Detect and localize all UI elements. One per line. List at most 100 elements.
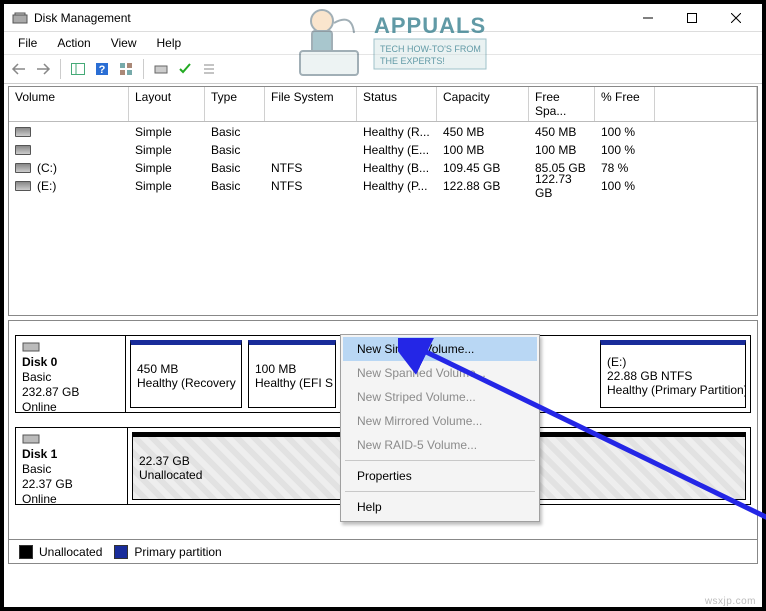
refresh-icon[interactable] bbox=[174, 58, 196, 80]
disk-type: Basic bbox=[22, 462, 121, 476]
disk-state: Online bbox=[22, 492, 121, 506]
disk-size: 232.87 GB bbox=[22, 385, 119, 399]
cell-pctfree: 100 % bbox=[595, 123, 655, 140]
disk-name: Disk 0 bbox=[22, 355, 119, 369]
menu-action[interactable]: Action bbox=[49, 34, 100, 52]
table-row[interactable]: SimpleBasicHealthy (R...450 MB450 MB100 … bbox=[9, 122, 757, 140]
swatch-unallocated bbox=[19, 545, 33, 559]
disk-info: Disk 0Basic232.87 GBOnline bbox=[16, 336, 126, 412]
disk-icon bbox=[15, 145, 31, 155]
cell-layout: Simple bbox=[129, 123, 205, 140]
cell-filesystem: NTFS bbox=[265, 177, 357, 194]
legend-primary: Primary partition bbox=[134, 545, 221, 559]
table-row[interactable]: (C:) SimpleBasicNTFSHealthy (B...109.45 G… bbox=[9, 158, 757, 176]
disk-icon bbox=[22, 432, 40, 444]
cell-capacity: 122.88 GB bbox=[437, 177, 529, 194]
cell-layout: Simple bbox=[129, 159, 205, 176]
cell-capacity: 450 MB bbox=[437, 123, 529, 140]
back-button[interactable] bbox=[8, 58, 30, 80]
show-hide-console-tree-button[interactable] bbox=[67, 58, 89, 80]
cell-pctfree: 78 % bbox=[595, 159, 655, 176]
context-menu-item: New RAID-5 Volume... bbox=[343, 433, 537, 457]
legend: Unallocated Primary partition bbox=[8, 540, 758, 564]
help-button[interactable]: ? bbox=[91, 58, 113, 80]
table-row[interactable]: SimpleBasicHealthy (E...100 MB100 MB100 … bbox=[9, 140, 757, 158]
cell-volume: (E:) bbox=[37, 179, 56, 193]
disk-name: Disk 1 bbox=[22, 447, 121, 461]
context-menu-separator bbox=[345, 460, 535, 461]
cell-filesystem: NTFS bbox=[265, 159, 357, 176]
minimize-button[interactable] bbox=[626, 6, 670, 30]
context-menu-item: New Spanned Volume... bbox=[343, 361, 537, 385]
cell-freespace: 450 MB bbox=[529, 123, 595, 140]
cell-volume: (C:) bbox=[37, 161, 57, 175]
legend-unallocated: Unallocated bbox=[39, 545, 102, 559]
partition[interactable]: (E:)22.88 GB NTFSHealthy (Primary Partit… bbox=[600, 340, 746, 408]
context-menu-separator bbox=[345, 491, 535, 492]
context-menu-item[interactable]: New Simple Volume... bbox=[343, 337, 537, 361]
menu-bar: File Action View Help bbox=[4, 32, 762, 54]
context-menu-item: New Striped Volume... bbox=[343, 385, 537, 409]
cell-capacity: 109.45 GB bbox=[437, 159, 529, 176]
cell-pctfree: 100 % bbox=[595, 177, 655, 194]
cell-freespace: 122.73 GB bbox=[529, 177, 595, 194]
toolbar-separator bbox=[60, 59, 61, 79]
cell-status: Healthy (R... bbox=[357, 123, 437, 140]
disk-icon bbox=[15, 181, 31, 191]
volume-list[interactable]: Volume Layout Type File System Status Ca… bbox=[8, 86, 758, 316]
disk-icon bbox=[22, 340, 40, 352]
cell-status: Healthy (B... bbox=[357, 159, 437, 176]
cell-status: Healthy (P... bbox=[357, 177, 437, 194]
cell-type: Basic bbox=[205, 159, 265, 176]
disk-icon bbox=[15, 163, 31, 173]
context-menu-item[interactable]: Properties bbox=[343, 464, 537, 488]
column-header-pctfree[interactable]: % Free bbox=[595, 87, 655, 121]
column-header-layout[interactable]: Layout bbox=[129, 87, 205, 121]
table-header-row: Volume Layout Type File System Status Ca… bbox=[9, 87, 757, 122]
context-menu-item: New Mirrored Volume... bbox=[343, 409, 537, 433]
action-icon[interactable] bbox=[150, 58, 172, 80]
context-menu-item[interactable]: Help bbox=[343, 495, 537, 519]
list-icon[interactable] bbox=[198, 58, 220, 80]
window-titlebar: Disk Management bbox=[4, 4, 762, 32]
swatch-primary bbox=[114, 545, 128, 559]
table-row[interactable]: (E:) SimpleBasicNTFSHealthy (P...122.88 G… bbox=[9, 176, 757, 194]
context-menu: New Simple Volume...New Spanned Volume..… bbox=[340, 334, 540, 522]
cell-type: Basic bbox=[205, 123, 265, 140]
cell-filesystem bbox=[265, 141, 357, 158]
source-attribution: wsxjp.com bbox=[705, 596, 756, 607]
menu-file[interactable]: File bbox=[10, 34, 47, 52]
column-header-freespace[interactable]: Free Spa... bbox=[529, 87, 595, 121]
close-button[interactable] bbox=[714, 6, 758, 30]
cell-freespace: 100 MB bbox=[529, 141, 595, 158]
partition[interactable]: 450 MBHealthy (Recovery bbox=[130, 340, 242, 408]
cell-layout: Simple bbox=[129, 177, 205, 194]
svg-text:?: ? bbox=[99, 64, 106, 76]
cell-layout: Simple bbox=[129, 141, 205, 158]
window-title: Disk Management bbox=[34, 11, 626, 25]
menu-view[interactable]: View bbox=[103, 34, 147, 52]
column-header-type[interactable]: Type bbox=[205, 87, 265, 121]
cell-capacity: 100 MB bbox=[437, 141, 529, 158]
cell-type: Basic bbox=[205, 177, 265, 194]
column-header-spacer bbox=[655, 87, 757, 121]
cell-type: Basic bbox=[205, 141, 265, 158]
forward-button[interactable] bbox=[32, 58, 54, 80]
column-header-volume[interactable]: Volume bbox=[9, 87, 129, 121]
column-header-filesystem[interactable]: File System bbox=[265, 87, 357, 121]
disk-type: Basic bbox=[22, 370, 119, 384]
maximize-button[interactable] bbox=[670, 6, 714, 30]
column-header-capacity[interactable]: Capacity bbox=[437, 87, 529, 121]
disk-size: 22.37 GB bbox=[22, 477, 121, 491]
settings-icon[interactable] bbox=[115, 58, 137, 80]
partition[interactable]: 100 MBHealthy (EFI S bbox=[248, 340, 336, 408]
menu-help[interactable]: Help bbox=[149, 34, 192, 52]
cell-filesystem bbox=[265, 123, 357, 140]
toolbar-separator bbox=[143, 59, 144, 79]
column-header-status[interactable]: Status bbox=[357, 87, 437, 121]
cell-pctfree: 100 % bbox=[595, 141, 655, 158]
disk-info: Disk 1Basic22.37 GBOnline bbox=[16, 428, 128, 504]
cell-status: Healthy (E... bbox=[357, 141, 437, 158]
disk-icon bbox=[15, 127, 31, 137]
toolbar: ? bbox=[4, 54, 762, 84]
